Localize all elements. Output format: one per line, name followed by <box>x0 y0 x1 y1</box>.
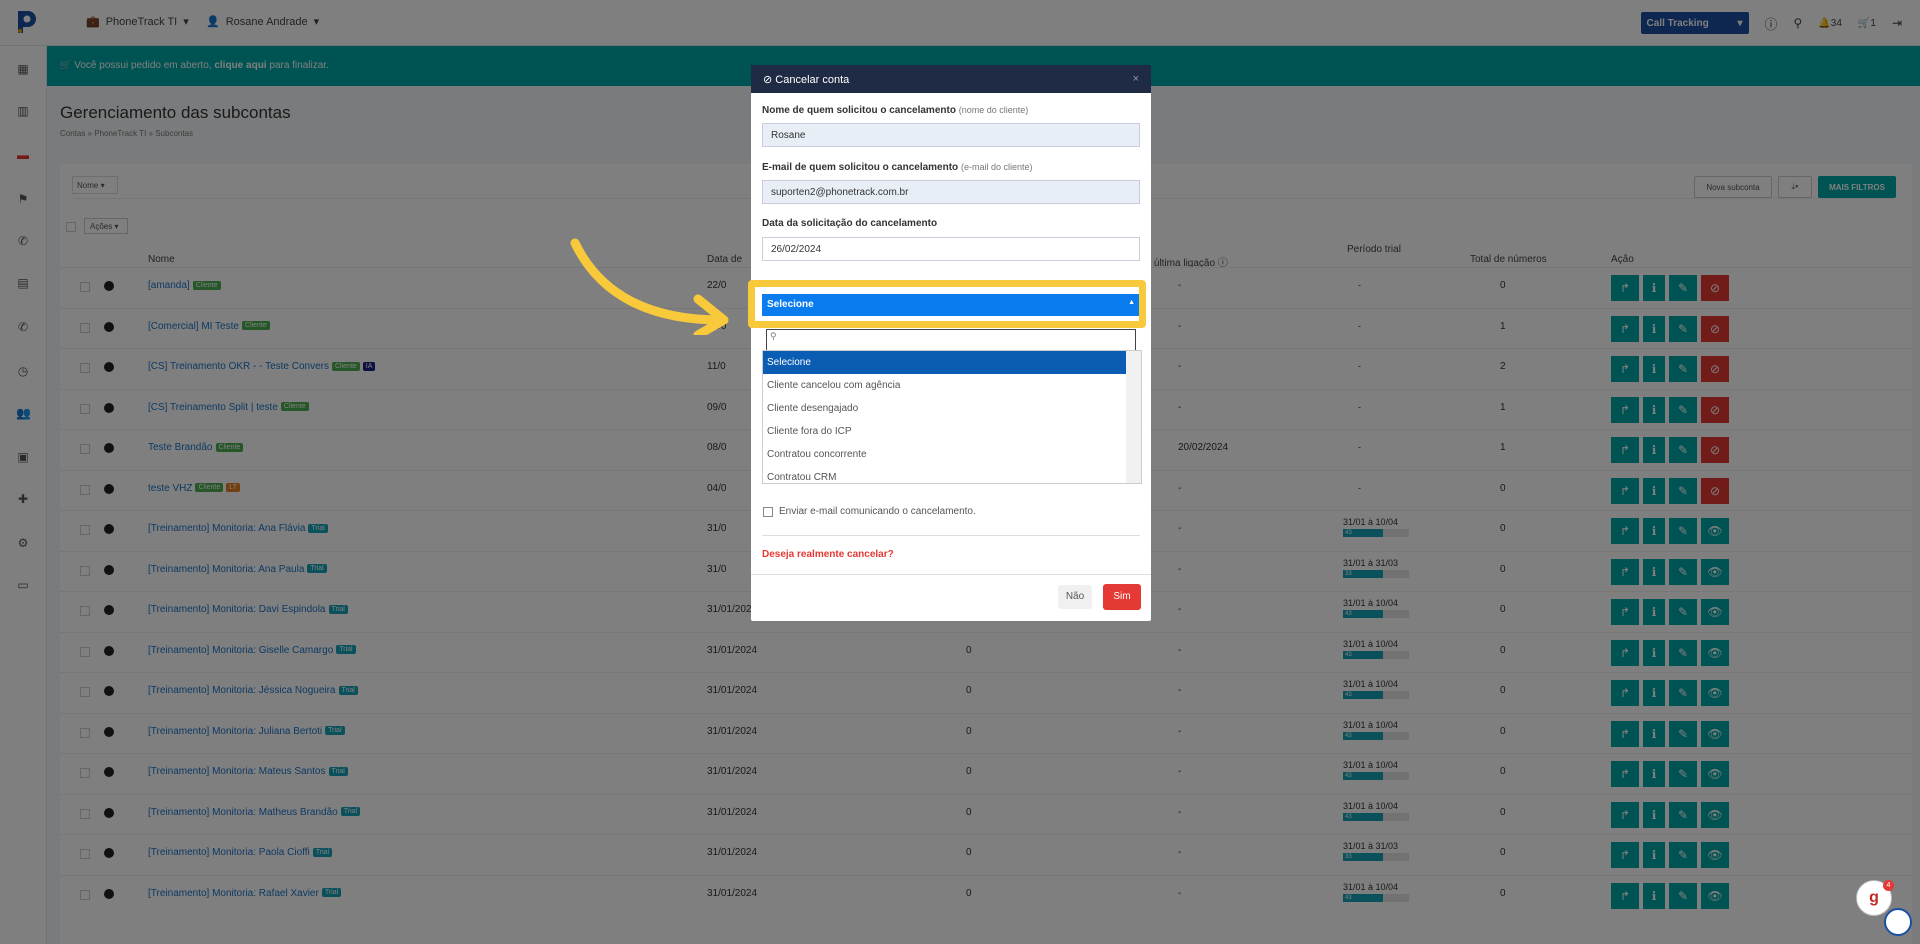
send-email-option[interactable]: Enviar e-mail comunicando o cancelamento… <box>763 506 976 517</box>
requester-hint: (nome do cliente) <box>958 105 1029 115</box>
requester-label: Nome de quem solicitou o cancelamento (n… <box>762 105 1028 116</box>
email-input[interactable]: suporten2@phonetrack.com.br <box>762 180 1140 204</box>
date-label: Data da solicitação do cancelamento <box>762 218 938 229</box>
search-icon: ⚲ <box>770 331 777 341</box>
date-input[interactable]: 26/02/2024 <box>762 237 1140 261</box>
close-icon[interactable]: × <box>1133 73 1139 85</box>
support-widget-button[interactable] <box>1884 908 1912 936</box>
email-label-text: E-mail de quem solicitou o cancelamento <box>762 162 959 173</box>
no-button[interactable]: Não <box>1058 585 1092 609</box>
yes-button[interactable]: Sim <box>1103 584 1141 610</box>
ban-icon: ⊘ <box>763 73 773 86</box>
modal-title: Cancelar conta <box>775 73 850 86</box>
send-email-label: Enviar e-mail comunicando o cancelamento… <box>779 506 976 517</box>
email-label: E-mail de quem solicitou o cancelamento … <box>762 162 1032 173</box>
confirm-question: Deseja realmente cancelar? <box>762 549 894 560</box>
send-email-checkbox[interactable] <box>763 506 773 517</box>
cancel-account-modal: ⊘ Cancelar conta × Nome de quem solicito… <box>751 65 1151 621</box>
reason-option[interactable]: Selecione <box>763 351 1126 374</box>
divider <box>762 535 1140 536</box>
reason-option[interactable]: Contratou CRM <box>763 466 1126 483</box>
reason-option[interactable]: Contratou concorrente <box>763 443 1126 466</box>
reason-options-list: Selecione Cliente cancelou com agência C… <box>762 350 1142 484</box>
reason-search-input[interactable]: ⚲ <box>766 329 1136 351</box>
reason-option[interactable]: Cliente cancelou com agência <box>763 374 1126 397</box>
options-scrollbar[interactable] <box>1126 351 1141 483</box>
requester-label-text: Nome de quem solicitou o cancelamento <box>762 105 956 116</box>
modal-header: ⊘ Cancelar conta × <box>751 65 1151 93</box>
tutorial-arrow-icon <box>570 238 729 335</box>
reason-option[interactable]: Cliente fora do ICP <box>763 420 1126 443</box>
tutorial-highlight <box>748 280 1146 328</box>
modal-footer-divider <box>751 574 1151 575</box>
reason-option[interactable]: Cliente desengajado <box>763 397 1126 420</box>
email-hint: (e-mail do cliente) <box>960 162 1033 172</box>
requester-input[interactable]: Rosane <box>762 123 1140 147</box>
chat-badge: 4 <box>1883 880 1894 891</box>
